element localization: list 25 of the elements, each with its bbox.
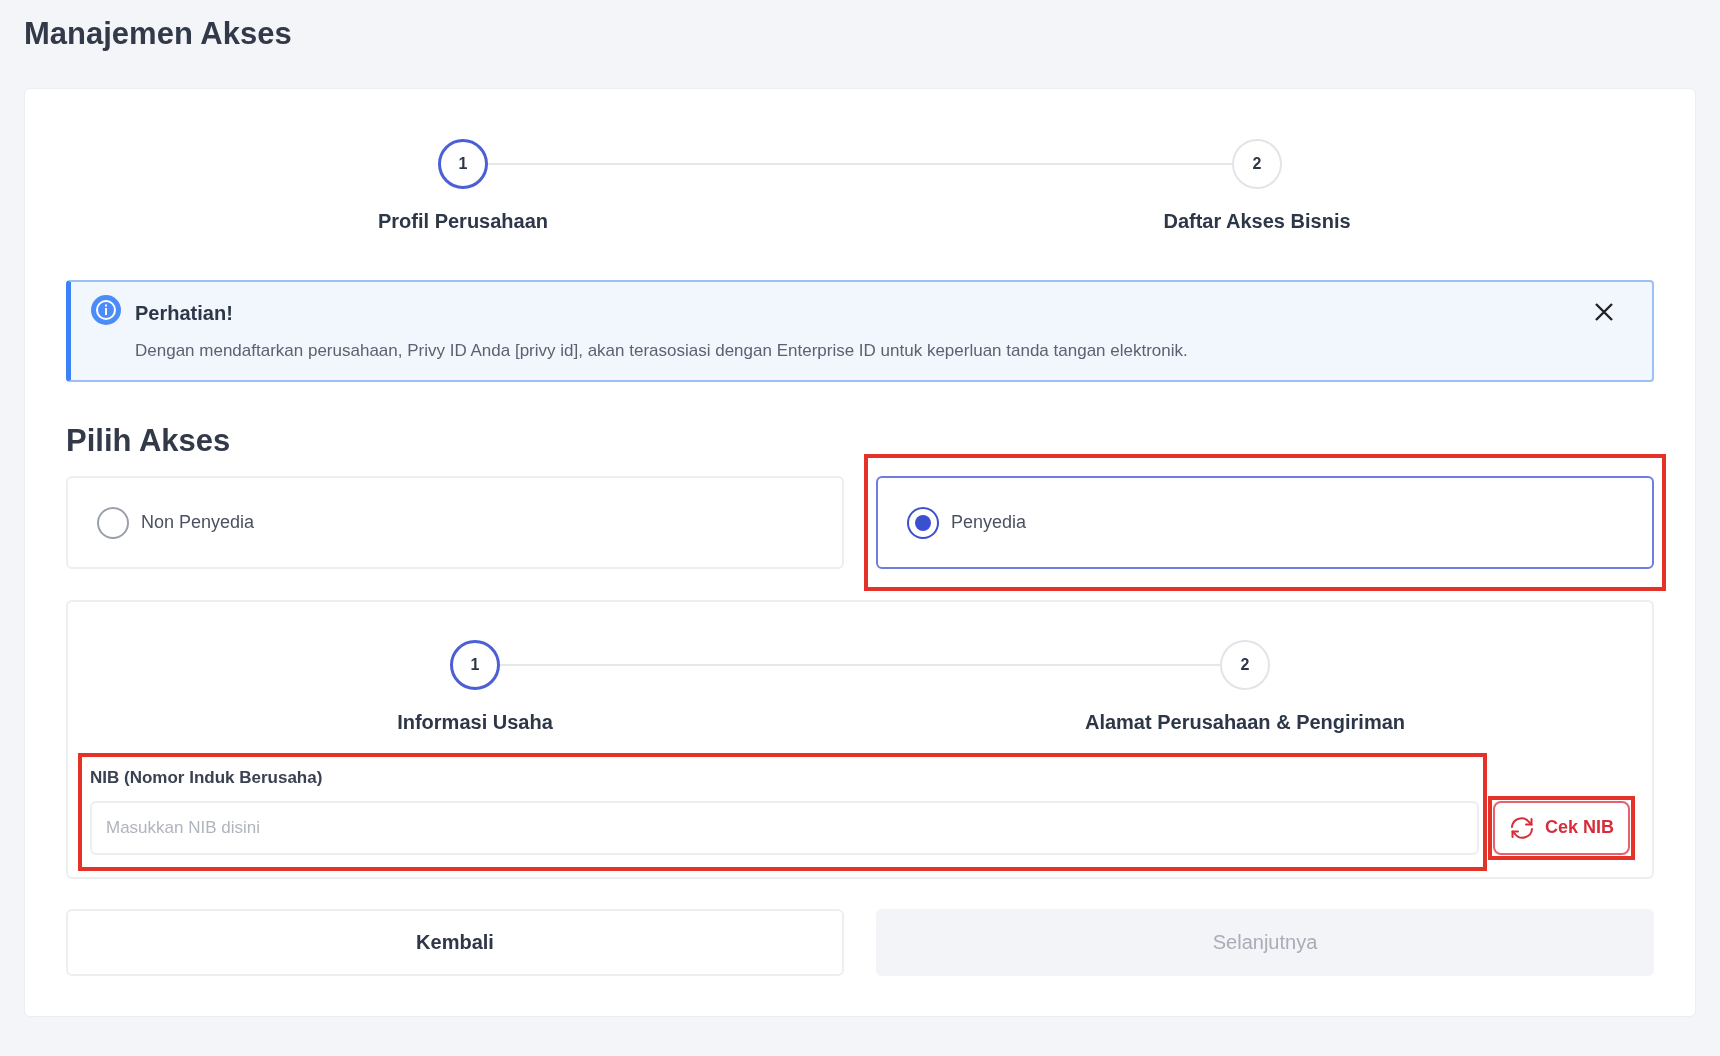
step-number: 2 [1232,139,1282,189]
field-label: NIB (Nomor Induk Berusaha) [90,767,324,789]
radio-button[interactable] [907,506,939,539]
page-title: Manajemen Akses [24,15,293,53]
option-label: Penyedia [951,511,1027,534]
step-label: Daftar Akses Bisnis [1163,209,1351,234]
step-number: 2 [1220,640,1270,690]
info-icon [91,295,121,325]
radio-button[interactable] [97,506,129,539]
close-icon [1594,302,1614,322]
step-number: 1 [450,640,500,690]
alert-title: Perhatian! [135,301,234,326]
step-label: Alamat Perusahaan & Pengiriman [1084,710,1406,735]
section-title: Pilih Akses [66,421,232,460]
option-label: Non Penyedia [141,511,255,534]
nav-button[interactable]: Kembali [66,908,844,976]
check-nib-button[interactable]: Cek NIB [1492,800,1630,855]
alert-message: Dengan mendaftarkan perusahaan, Privy ID Anda [privy id], akan terasosiasi dengan Enterprise ID untuk keperluan tanda tangan elektronik. [135,340,1189,362]
radio-option[interactable]: Non Penyedia [66,476,844,569]
nib-input-field[interactable]: Masukkan NIB disini [90,800,1479,855]
radio-option[interactable]: Penyedia [876,476,1654,569]
step-label: Profil Perusahaan [377,209,549,234]
refresh-icon [1508,815,1535,840]
step-label: Informasi Usaha [397,710,553,735]
step-number: 1 [438,139,488,189]
